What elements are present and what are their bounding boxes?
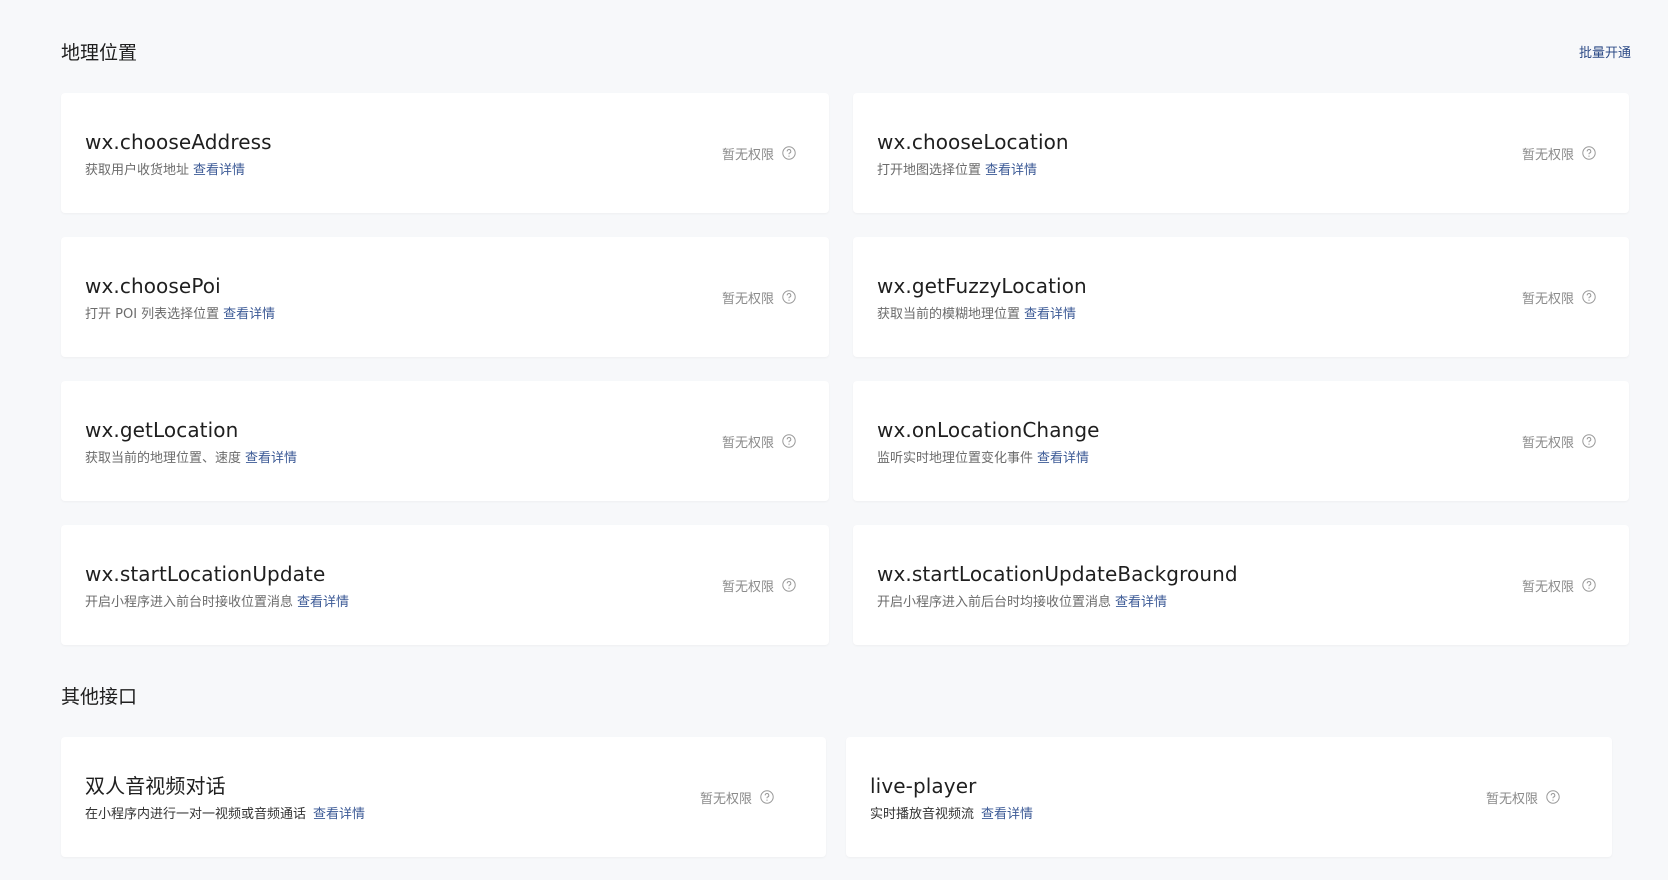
view-details-link[interactable]: 查看详情 [297,595,349,610]
permission-status-label: 暂无权限 [699,791,752,807]
question-circle-icon[interactable] [1582,290,1596,304]
api-card-start-location-update-background: wx.startLocationUpdateBackground 开启小程序进入… [853,525,1629,645]
permission-status-label: 暂无权限 [1521,579,1574,595]
permission-status: 暂无权限 [722,576,796,595]
permission-status: 暂无权限 [722,432,796,451]
api-card-get-fuzzy-location: wx.getFuzzyLocation 获取当前的模糊地理位置 查看详情 暂无权限 [853,237,1629,357]
view-details-link[interactable]: 查看详情 [245,451,297,466]
api-card-choose-address: wx.chooseAddress 获取用户收货地址 查看详情 暂无权限 [61,93,829,213]
permissions-page: 地理位置 批量开通 wx.chooseAddress 获取用户收货地址 查看详情 … [0,0,1668,880]
api-name: 双人音视频对话 [85,774,226,798]
api-description-text: 开启小程序进入前后台时均接收位置消息 [877,595,1112,610]
permission-status-label: 暂无权限 [1521,147,1574,163]
api-description-text: 获取当前的模糊地理位置 [877,307,1021,322]
api-name: live-player [870,774,977,798]
api-description: 获取当前的地理位置、速度 查看详情 [85,450,297,468]
api-description: 在小程序内进行一对一视频或音频通话 查看详情 [85,806,365,824]
api-description-text: 打开 POI 列表选择位置 [85,307,220,322]
permission-status-label: 暂无权限 [1521,435,1574,451]
permission-status-label: 暂无权限 [721,291,774,307]
question-circle-icon[interactable] [1546,790,1560,804]
api-card-get-location: wx.getLocation 获取当前的地理位置、速度 查看详情 暂无权限 [61,381,829,501]
question-circle-icon[interactable] [782,434,796,448]
permission-status: 暂无权限 [1486,788,1560,807]
api-card-choose-location: wx.chooseLocation 打开地图选择位置 查看详情 暂无权限 [853,93,1629,213]
api-description-text: 获取用户收货地址 [85,163,190,178]
view-details-link[interactable]: 查看详情 [223,307,275,322]
api-description: 获取用户收货地址 查看详情 [85,162,272,180]
api-card-two-person-av-call: 双人音视频对话 在小程序内进行一对一视频或音频通话 查看详情 暂无权限 [61,737,826,857]
view-details-link[interactable]: 查看详情 [981,807,1033,822]
location-section-header: 地理位置 批量开通 [61,38,1631,65]
other-section-header: 其他接口 [61,682,1631,709]
view-details-link[interactable]: 查看详情 [1024,307,1076,322]
api-description-text: 开启小程序进入前台时接收位置消息 [85,595,294,610]
api-name: wx.startLocationUpdate [85,562,326,586]
api-description: 开启小程序进入前台时接收位置消息 查看详情 [85,594,349,612]
view-details-link[interactable]: 查看详情 [313,807,365,822]
api-name: wx.startLocationUpdateBackground [877,562,1238,586]
permission-status: 暂无权限 [1522,432,1596,451]
api-description: 监听实时地理位置变化事件 查看详情 [877,450,1100,468]
permission-status-label: 暂无权限 [721,147,774,163]
location-api-grid: wx.chooseAddress 获取用户收货地址 查看详情 暂无权限 wx.ch… [61,93,1629,645]
other-section-title: 其他接口 [61,686,138,708]
view-details-link[interactable]: 查看详情 [193,163,245,178]
permission-status: 暂无权限 [1522,144,1596,163]
api-description: 打开 POI 列表选择位置 查看详情 [85,306,275,324]
permission-status-label: 暂无权限 [721,435,774,451]
question-circle-icon[interactable] [1582,578,1596,592]
batch-enable-link[interactable]: 批量开通 [1579,42,1631,61]
api-card-live-player: live-player 实时播放音视频流 查看详情 暂无权限 [846,737,1612,857]
permission-status: 暂无权限 [1522,576,1596,595]
view-details-link[interactable]: 查看详情 [1037,451,1089,466]
question-circle-icon[interactable] [760,790,774,804]
api-description: 实时播放音视频流 查看详情 [870,806,1033,824]
api-description-text: 监听实时地理位置变化事件 [877,451,1034,466]
question-circle-icon[interactable] [782,146,796,160]
api-description-text: 实时播放音视频流 [870,807,975,822]
permission-status-label: 暂无权限 [721,579,774,595]
api-description: 获取当前的模糊地理位置 查看详情 [877,306,1087,324]
api-description-text: 在小程序内进行一对一视频或音频通话 [85,807,307,822]
permission-status-label: 暂无权限 [1521,291,1574,307]
api-name: wx.chooseAddress [85,130,272,154]
permission-status: 暂无权限 [1522,288,1596,307]
api-description-text: 获取当前的地理位置、速度 [85,451,242,466]
api-name: wx.onLocationChange [877,418,1100,442]
question-circle-icon[interactable] [1582,146,1596,160]
other-api-grid: 双人音视频对话 在小程序内进行一对一视频或音频通话 查看详情 暂无权限 live-… [61,737,1612,857]
question-circle-icon[interactable] [782,578,796,592]
permission-status-label: 暂无权限 [1485,791,1538,807]
api-name: wx.chooseLocation [877,130,1069,154]
api-name: wx.choosePoi [85,274,221,298]
api-name: wx.getFuzzyLocation [877,274,1087,298]
api-card-start-location-update: wx.startLocationUpdate 开启小程序进入前台时接收位置消息查… [61,525,829,645]
question-circle-icon[interactable] [782,290,796,304]
view-details-link[interactable]: 查看详情 [1115,595,1167,610]
api-description: 开启小程序进入前后台时均接收位置消息 查看详情 [877,594,1238,612]
api-card-choose-poi: wx.choosePoi 打开 POI 列表选择位置 查看详情 暂无权限 [61,237,829,357]
view-details-link[interactable]: 查看详情 [985,163,1037,178]
permission-status: 暂无权限 [722,144,796,163]
api-description: 打开地图选择位置 查看详情 [877,162,1069,180]
permission-status: 暂无权限 [722,288,796,307]
question-circle-icon[interactable] [1582,434,1596,448]
location-section-title: 地理位置 [61,42,138,64]
api-card-on-location-change: wx.onLocationChange 监听实时地理位置变化事件 查看详情 暂无权… [853,381,1629,501]
api-description-text: 打开地图选择位置 [877,163,982,178]
api-name: wx.getLocation [85,418,239,442]
permission-status: 暂无权限 [700,788,774,807]
